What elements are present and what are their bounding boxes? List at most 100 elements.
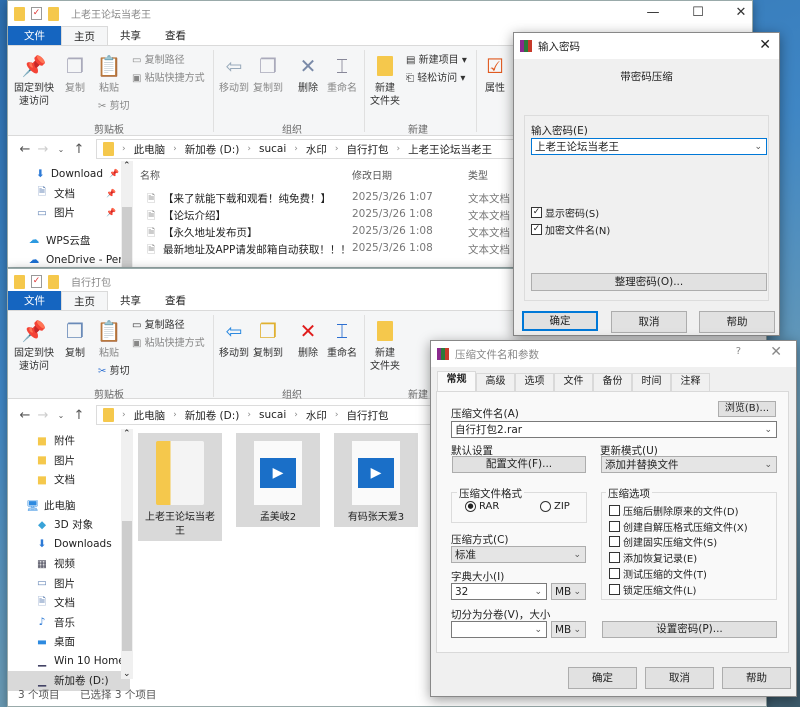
scroll-up-icon[interactable]: ⌃: [123, 429, 131, 439]
option-checkbox[interactable]: 创建自解压格式压缩文件(X): [609, 519, 748, 534]
update-mode-select[interactable]: 添加并替换文件 ⌄: [601, 456, 777, 473]
recent-chevron-icon[interactable]: ⌄: [52, 411, 70, 420]
back-icon[interactable]: ←: [16, 142, 34, 157]
column-type[interactable]: 类型: [468, 167, 488, 182]
close-button[interactable]: ✕: [770, 344, 782, 360]
column-date[interactable]: 修改日期: [352, 167, 392, 182]
tab-view[interactable]: 查看: [153, 26, 198, 45]
tab-1[interactable]: 高级: [476, 373, 515, 391]
copy-button[interactable]: ❐ 复制: [60, 54, 90, 95]
scroll-thumb[interactable]: [122, 521, 132, 651]
sidebar-item[interactable]: ⬇ Downloads: [8, 535, 130, 555]
properties-quick-icon[interactable]: ✓: [31, 7, 42, 20]
breadcrumb-item[interactable]: sucai: [259, 143, 286, 155]
option-checkbox[interactable]: 添加恢复记录(E): [609, 550, 697, 565]
cancel-button[interactable]: 取消: [611, 311, 687, 333]
checkbox-unchecked[interactable]: [609, 520, 620, 532]
help-button[interactable]: 帮助: [699, 311, 775, 333]
profiles-button[interactable]: 配置文件(F)...: [452, 456, 586, 473]
copy-path-button[interactable]: ▭ 复制路径: [132, 319, 185, 332]
chevron-right-icon[interactable]: ›: [122, 144, 126, 154]
up-icon[interactable]: ↑: [70, 142, 88, 157]
tab-2[interactable]: 选项: [515, 373, 554, 391]
option-checkbox[interactable]: 创建固实压缩文件(S): [609, 534, 717, 549]
delete-button[interactable]: ✕ 删除: [296, 319, 320, 360]
pin-quick-access-button[interactable]: 📌 固定到快 速访问: [12, 54, 56, 108]
format-zip-radio[interactable]: ZIP: [540, 501, 570, 512]
breadcrumb-item[interactable]: 此电脑: [134, 142, 166, 157]
tab-3[interactable]: 文件: [554, 373, 593, 391]
chevron-right-icon[interactable]: ›: [335, 410, 339, 420]
paste-button[interactable]: 📋 粘贴: [94, 54, 124, 95]
easy-access-button[interactable]: ⎗ 轻松访问 ▾: [406, 72, 465, 85]
sidebar-item[interactable]: ▭ 图片 📌: [8, 203, 130, 223]
close-button[interactable]: ✕: [726, 5, 752, 20]
breadcrumb-item[interactable]: 水印: [306, 142, 327, 157]
sidebar-item[interactable]: ♪ 音乐: [8, 613, 130, 633]
archive-name-input[interactable]: 自行打包2.rar ⌄: [451, 421, 777, 438]
chevron-down-icon[interactable]: ⌄: [534, 584, 542, 600]
sidebar-item[interactable]: 🖥 此电脑: [8, 496, 130, 516]
tab-5[interactable]: 时间: [632, 373, 671, 391]
move-to-button[interactable]: ⇦ 移动到: [218, 54, 250, 95]
chevron-right-icon[interactable]: ›: [173, 410, 177, 420]
column-name[interactable]: 名称: [140, 167, 160, 182]
scroll-up-icon[interactable]: ⌃: [123, 161, 131, 171]
tab-home[interactable]: 主页: [61, 26, 108, 45]
copy-path-button[interactable]: ▭ 复制路径: [132, 54, 185, 67]
radio-selected[interactable]: ●: [465, 501, 476, 512]
organize-passwords-button[interactable]: 整理密码(O)...: [531, 273, 767, 291]
tab-share[interactable]: 共享: [108, 291, 153, 310]
nav-scrollbar[interactable]: ⌃ ⌄: [121, 429, 133, 679]
ok-button[interactable]: 确定: [568, 667, 637, 689]
format-rar-radio[interactable]: ● RAR: [465, 501, 499, 512]
dictionary-unit-select[interactable]: MB ⌄: [551, 583, 586, 600]
nav-scrollbar[interactable]: ⌃: [121, 161, 133, 267]
tab-share[interactable]: 共享: [108, 26, 153, 45]
chevron-right-icon[interactable]: ›: [173, 144, 177, 154]
chevron-right-icon[interactable]: ›: [122, 410, 126, 420]
radio-unselected[interactable]: [540, 501, 551, 512]
checkbox-checked[interactable]: ✓: [531, 207, 542, 218]
new-folder-quick-icon[interactable]: [48, 274, 59, 289]
chevron-down-icon[interactable]: ⌄: [754, 139, 762, 155]
new-folder-button[interactable]: 新建 文件夹: [368, 319, 402, 373]
pin-quick-access-button[interactable]: 📌 固定到快 速访问: [12, 319, 56, 373]
sidebar-item[interactable]: ▁ Win 10 Home: [8, 652, 130, 672]
breadcrumb-item[interactable]: 水印: [306, 408, 327, 423]
file-tile[interactable]: ▶ 孟美岐2: [236, 433, 320, 527]
move-to-button[interactable]: ⇦ 移动到: [218, 319, 250, 360]
method-select[interactable]: 标准 ⌄: [451, 546, 586, 563]
new-item-button[interactable]: ▤ 新建项目 ▾: [406, 54, 467, 67]
tab-0[interactable]: 常规: [437, 371, 476, 392]
breadcrumb-item[interactable]: 新加卷 (D:): [185, 408, 240, 423]
set-password-button[interactable]: 设置密码(P)...: [602, 621, 777, 638]
chevron-right-icon[interactable]: ›: [247, 410, 251, 420]
breadcrumb-item[interactable]: sucai: [259, 409, 286, 421]
forward-icon[interactable]: →: [34, 408, 52, 423]
help-button[interactable]: 帮助: [722, 667, 791, 689]
sidebar-item[interactable]: 🗎 文档 📌: [8, 184, 130, 204]
tab-home[interactable]: 主页: [61, 291, 108, 310]
sidebar-item[interactable]: ■ 附件: [8, 431, 130, 451]
tab-4[interactable]: 备份: [593, 373, 632, 391]
cancel-button[interactable]: 取消: [645, 667, 714, 689]
sidebar-item[interactable]: 🗎 文档: [8, 593, 130, 613]
rename-button[interactable]: ⌶ 重命名: [326, 54, 358, 95]
scroll-down-icon[interactable]: ⌄: [123, 669, 131, 679]
tab-file[interactable]: 文件: [8, 291, 61, 310]
properties-button[interactable]: ☑ 属性: [482, 54, 508, 95]
minimize-button[interactable]: —: [638, 5, 668, 20]
checkbox-unchecked[interactable]: [609, 536, 620, 548]
back-icon[interactable]: ←: [16, 408, 34, 423]
split-size-input[interactable]: ⌄: [451, 621, 547, 638]
option-checkbox[interactable]: 压缩后删除原来的文件(D): [609, 503, 739, 518]
chevron-down-icon[interactable]: ⌄: [534, 622, 542, 638]
dictionary-select[interactable]: 32 ⌄: [451, 583, 547, 600]
chevron-down-icon[interactable]: ⌄: [573, 622, 581, 638]
split-unit-select[interactable]: MB ⌄: [551, 621, 586, 638]
cut-button[interactable]: ✂ 剪切: [98, 365, 130, 378]
checkbox-checked[interactable]: ✓: [531, 224, 542, 235]
sidebar-item[interactable]: ▦ 视频: [8, 554, 130, 574]
sidebar-item[interactable]: ■ 文档: [8, 470, 130, 490]
